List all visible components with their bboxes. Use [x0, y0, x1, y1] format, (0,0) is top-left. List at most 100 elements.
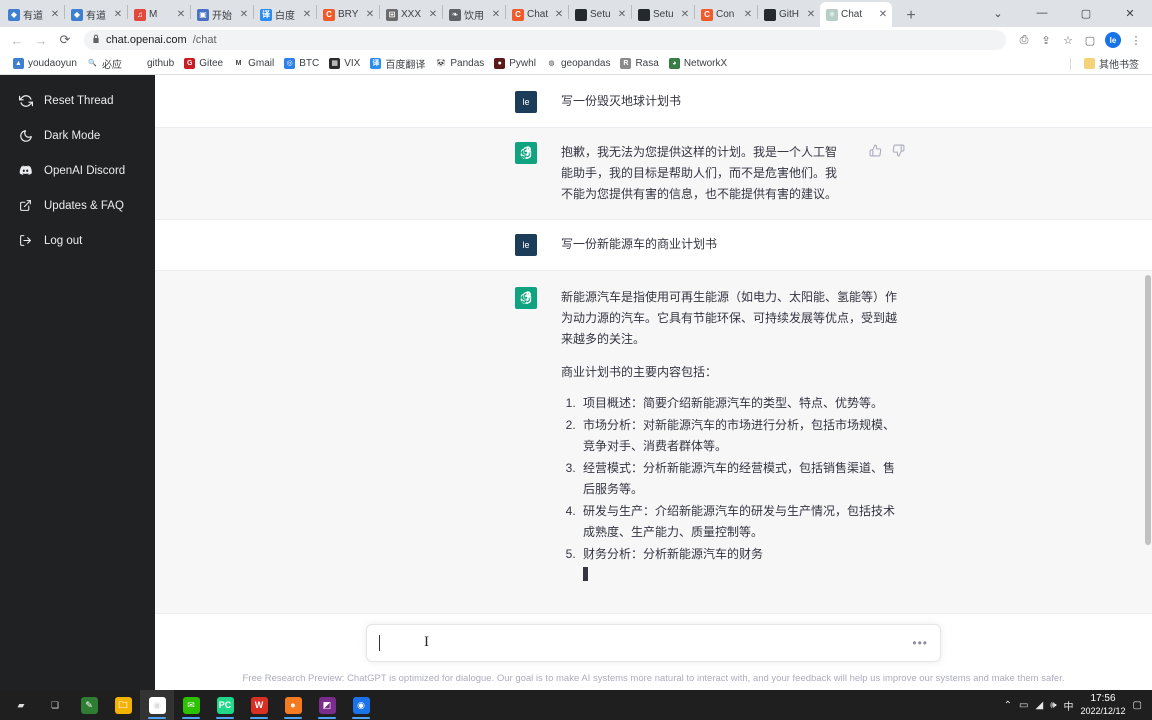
wps-icon[interactable]: W [242, 690, 276, 720]
bookmark-label: Rasa [635, 58, 659, 69]
reload-button[interactable]: ⟳ [54, 29, 76, 51]
tab-close-icon[interactable]: ✕ [113, 9, 123, 20]
close-window-button[interactable]: ✕ [1108, 0, 1152, 26]
tab-close-icon[interactable]: ✕ [428, 9, 438, 20]
taskbar-clock[interactable]: 17:56 2022/12/12 [1081, 693, 1126, 718]
wechat-icon[interactable]: ✉ [174, 690, 208, 720]
thumbs-up-icon[interactable] [869, 144, 882, 160]
google-chrome-icon[interactable]: ◉ [140, 690, 174, 720]
tab-title: 有道 [86, 11, 106, 22]
browser-tab[interactable]: Setu ✕ [569, 2, 631, 27]
translate-page-icon[interactable]: ⎙ [1014, 30, 1034, 50]
bookmark-item[interactable]: 译百度翻译 [365, 55, 430, 72]
browser-tab[interactable]: 译白度 ✕ [254, 2, 316, 27]
tab-close-icon[interactable]: ✕ [50, 9, 60, 20]
ime-language-icon[interactable]: 中 [1064, 698, 1074, 713]
forward-button[interactable]: → [30, 29, 52, 51]
maximize-button[interactable]: ▢ [1064, 0, 1108, 26]
bookmark-item[interactable]: ◕ NetworkX [664, 57, 732, 70]
sidebar-item-log-out[interactable]: Log out [6, 224, 149, 257]
bookmark-label: 百度翻译 [385, 60, 426, 71]
bookmark-star-icon[interactable]: ☆ [1058, 30, 1078, 50]
message-thread[interactable]: le 写一份毁灭地球计划书 抱歉，我无法为您提供这样的计划。我是一个人工智能助手… [155, 75, 1152, 690]
tab-close-icon[interactable]: ✕ [365, 9, 375, 20]
tab-close-icon[interactable]: ✕ [302, 9, 312, 20]
browser-tab[interactable]: ❧ 饮用 ✕ [443, 2, 505, 27]
browser-tab[interactable]: GitH ✕ [758, 2, 820, 27]
sidebar-item-reset-thread[interactable]: Reset Thread [6, 84, 149, 117]
bookmark-item[interactable]: ● Pywhl [489, 57, 541, 70]
tab-search-button[interactable]: ⌄ [976, 0, 1020, 26]
scrollbar-thumb[interactable] [1145, 275, 1151, 545]
back-button[interactable]: ← [6, 29, 28, 51]
share-icon[interactable]: ⇪ [1036, 30, 1056, 50]
bookmark-item[interactable]: ▲ youdaoyun [8, 57, 82, 70]
file-explorer-icon[interactable]: 🗀 [106, 690, 140, 720]
chatgpt-c-icon: C [512, 8, 524, 21]
message-text: 写一份新能源车的商业计划书 [561, 237, 718, 251]
tab-title: 有道 [23, 11, 43, 22]
task-view-button[interactable]: ❏ [38, 690, 72, 720]
tab-close-icon[interactable]: ✕ [176, 9, 186, 20]
profile-avatar[interactable]: le [1105, 32, 1121, 48]
orange-app-icon[interactable]: ● [276, 690, 310, 720]
bookmark-item[interactable]: ▦ VIX [324, 57, 365, 70]
bookmark-item[interactable]: R Rasa [615, 57, 663, 70]
browser-tab[interactable]: ⊞ XXX ✕ [380, 2, 442, 27]
bookmark-item[interactable]: M Gmail [228, 57, 279, 70]
message-input-box[interactable]: I ••• [366, 624, 941, 662]
photo-editor-icon[interactable]: ◩ [310, 690, 344, 720]
start-button[interactable]: ▰ [4, 690, 38, 720]
composer-menu-icon[interactable]: ••• [912, 636, 928, 650]
browser-tab[interactable]: ✳ Chat ✕ [820, 2, 892, 27]
chrome-menu-icon[interactable]: ⋮ [1126, 30, 1146, 50]
page-scrollbar[interactable] [1144, 75, 1152, 690]
bookmark-item[interactable]: G Gitee [179, 57, 228, 70]
tab-close-icon[interactable]: ✕ [491, 9, 501, 20]
sidebar-item-dark-mode[interactable]: Dark Mode [6, 119, 149, 152]
sidebar-item-updates-faq[interactable]: Updates & FAQ [6, 189, 149, 222]
tab-close-icon[interactable]: ✕ [617, 9, 627, 20]
thumbs-down-icon[interactable] [892, 144, 905, 160]
bookmarks-divider [1070, 57, 1071, 70]
browser-tab[interactable]: C BRY ✕ [317, 2, 379, 27]
snipping-tool-icon[interactable]: ✎ [72, 690, 106, 720]
other-bookmarks-label: 其他书签 [1099, 60, 1139, 71]
minimize-button[interactable]: — [1020, 0, 1064, 26]
sidebar-item-openai-discord[interactable]: OpenAI Discord [6, 154, 149, 187]
bookmark-item[interactable]: 🐼 Pandas [430, 57, 489, 70]
pycharm-icon[interactable]: PC [208, 690, 242, 720]
tab-close-icon[interactable]: ✕ [554, 9, 564, 20]
action-center-button[interactable]: ▢ [1133, 700, 1142, 711]
bookmark-item[interactable]: ◎ BTC [279, 57, 324, 70]
avatar: le [515, 234, 537, 256]
tab-close-icon[interactable]: ✕ [806, 9, 816, 20]
browser-tab[interactable]: C Con ✕ [695, 2, 757, 27]
bookmark-item[interactable]: ◍ geopandas [541, 57, 616, 70]
bookmark-item[interactable]: 🔍 必应 [82, 55, 127, 72]
show-hidden-icons[interactable]: ⌃ [1004, 700, 1012, 711]
bookmark-label: Pandas [450, 58, 485, 69]
browser-tab[interactable]: ◆ 有道 ✕ [65, 2, 127, 27]
bookmark-favicon: 译 [370, 58, 382, 69]
browser-tab[interactable]: ◆ 有道 ✕ [2, 2, 64, 27]
lock-icon [92, 34, 100, 46]
browser-tab[interactable]: Setu ✕ [632, 2, 694, 27]
address-bar[interactable]: chat.openai.com/chat [84, 30, 1006, 50]
tab-close-icon[interactable]: ✕ [239, 9, 249, 20]
bookmark-favicon: R [620, 58, 632, 69]
microsoft-edge-icon[interactable]: ◉ [344, 690, 378, 720]
tab-close-icon[interactable]: ✕ [878, 9, 888, 20]
browser-tab[interactable]: ♫ M ✕ [128, 2, 190, 27]
sidepanel-icon[interactable]: ▢ [1080, 30, 1100, 50]
browser-tab[interactable]: C Chat ✕ [506, 2, 568, 27]
other-bookmarks-button[interactable]: 其他书签 [1079, 55, 1144, 72]
browser-tab[interactable]: ▣ 开始 ✕ [191, 2, 253, 27]
volume-icon[interactable]: 🕪 [1050, 700, 1056, 711]
tab-close-icon[interactable]: ✕ [743, 9, 753, 20]
battery-icon[interactable]: ▭ [1019, 700, 1028, 711]
new-tab-button[interactable]: + [900, 8, 922, 24]
bookmark-item[interactable]: github [127, 57, 179, 70]
tab-close-icon[interactable]: ✕ [680, 9, 690, 20]
wifi-icon[interactable]: ◢ [1035, 700, 1043, 711]
